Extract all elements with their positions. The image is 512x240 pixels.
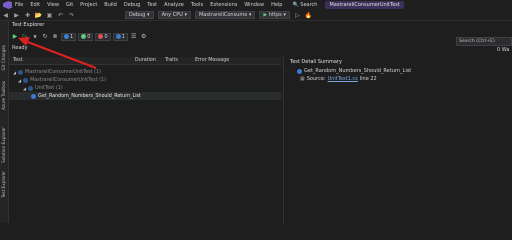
play-icon: ▶	[263, 12, 268, 18]
startup-project-dropdown[interactable]: MastrareliConsume ▾	[194, 11, 256, 19]
save-icon[interactable]: ▣	[46, 12, 53, 19]
settings-icon[interactable]: ⚙	[140, 33, 148, 41]
menu-view[interactable]: View	[47, 2, 59, 8]
status-text: Ready	[12, 45, 28, 51]
global-search[interactable]: 🔍 Search	[292, 2, 317, 8]
test-explorer-toolbar: ▶ ▷ ▼ ↻ ⊗ 1 0 0 1 ☰ ⚙	[9, 31, 512, 42]
badge-total[interactable]: 1	[61, 32, 77, 41]
source-line: line 22	[359, 76, 377, 82]
warnings-count[interactable]: 0 Wa	[497, 47, 509, 53]
source-file-link[interactable]: UnitTest1.cs	[328, 76, 358, 82]
tree-row-project[interactable]: ◢ MastrareliConsumerUnitTest (1)	[13, 68, 101, 76]
run-without-debug-icon[interactable]: ▷	[294, 12, 301, 19]
detail-source: ▦ Source: UnitTest1.cs line 22	[300, 76, 377, 82]
forward-icon[interactable]: ▶	[13, 12, 20, 19]
menu-extensions[interactable]: Extensions	[210, 2, 237, 8]
tab-solution-explorer[interactable]: Solution Explorer	[1, 127, 6, 163]
menu-help[interactable]: Help	[271, 2, 282, 8]
global-search-label: Search	[300, 2, 318, 8]
column-traits[interactable]: Traits	[165, 58, 178, 63]
menu-project[interactable]: Project	[80, 2, 97, 8]
badge-failed-count: 0	[104, 33, 108, 40]
left-tool-strip: Git Changes Azure Toolbox Solution Explo…	[0, 21, 9, 223]
menu-test[interactable]: Test	[147, 2, 157, 8]
test-status-icon	[28, 85, 34, 91]
tree-row-label: Get_Random_Numbers_Should_Return_List	[38, 93, 141, 99]
group-icon[interactable]: ☰	[130, 33, 138, 41]
window-title: MastrareliConsumerUnitTest	[325, 1, 404, 9]
platform-value: Any CPU	[161, 12, 183, 18]
open-icon[interactable]: 📂	[35, 12, 42, 19]
not-run-dot-icon	[115, 34, 121, 39]
failed-dot-icon	[98, 34, 104, 39]
detail-test-name-text: Get_Random_Numbers_Should_Return_List	[304, 68, 412, 74]
test-search-input[interactable]: Search (Ctrl+E)	[456, 37, 512, 46]
hot-reload-icon[interactable]: 🔥	[305, 12, 312, 19]
menu-debug[interactable]: Debug	[124, 2, 140, 8]
new-item-icon[interactable]: ✚	[24, 12, 31, 19]
expand-icon[interactable]: ◢	[23, 86, 26, 91]
expand-icon[interactable]: ◢	[18, 78, 21, 83]
menu-tools[interactable]: Tools	[191, 2, 203, 8]
detail-summary-title: Test Detail Summary	[290, 59, 342, 65]
cancel-icon[interactable]: ⊗	[51, 33, 59, 41]
column-duration[interactable]: Duration	[135, 58, 156, 63]
undo-icon[interactable]: ↶	[57, 12, 64, 19]
test-table-header: Test Duration Traits Error Message	[9, 57, 281, 65]
badge-not-run[interactable]: 1	[112, 32, 128, 41]
menu-analyze[interactable]: Analyze	[164, 2, 184, 8]
back-icon[interactable]: ◀	[2, 12, 9, 19]
badge-not-run-count: 1	[121, 33, 125, 40]
config-dropdown[interactable]: Debug ▾	[125, 11, 154, 19]
main-toolbar: ◀ ▶ ✚ 📂 ▣ ↶ ↷ Debug ▾ Any CPU ▾ Mastrare…	[0, 10, 512, 21]
source-file-icon: ▦	[300, 76, 305, 82]
badge-failed[interactable]: 0	[95, 32, 111, 41]
panel-divider[interactable]	[283, 57, 284, 223]
column-error-message[interactable]: Error Message	[195, 58, 229, 63]
source-label: Source:	[306, 76, 326, 82]
startup-project-value: MastrareliConsume	[198, 12, 248, 18]
test-status-icon	[23, 77, 29, 83]
menu-window[interactable]: Window	[244, 2, 264, 8]
run-button[interactable]: ▶ https ▾	[259, 11, 290, 19]
tree-row-label: MastrareliConsumerUnitTest (1)	[30, 77, 106, 83]
tree-row-test[interactable]: Get_Random_Numbers_Should_Return_List	[31, 92, 141, 100]
redo-icon[interactable]: ↷	[68, 12, 75, 19]
run-all-tests-icon[interactable]: ▶	[11, 33, 19, 41]
tree-row-label: MastrareliConsumerUnitTest (1)	[25, 69, 101, 75]
badge-total-count: 1	[70, 33, 74, 40]
menu-edit[interactable]: Edit	[30, 2, 40, 8]
tree-row-namespace[interactable]: ◢ MastrareliConsumerUnitTest (1)	[18, 76, 106, 84]
menu-build[interactable]: Build	[104, 2, 117, 8]
test-status-icon	[18, 69, 24, 75]
menu-bar: File Edit View Git Project Build Debug T…	[0, 0, 512, 10]
tree-row-label: UnitTest (1)	[35, 85, 63, 91]
badge-passed[interactable]: 0	[78, 32, 94, 41]
tree-row-class[interactable]: ◢ UnitTest (1)	[23, 84, 63, 92]
menu-git[interactable]: Git	[66, 2, 73, 8]
detail-test-name: Get_Random_Numbers_Should_Return_List	[297, 68, 411, 74]
platform-dropdown[interactable]: Any CPU ▾	[157, 11, 191, 19]
run-test-icon[interactable]: ▷	[21, 33, 29, 41]
run-dropdown-icon[interactable]: ▼	[31, 33, 39, 41]
passed-dot-icon	[81, 34, 87, 39]
tab-test-explorer[interactable]: Test Explorer	[1, 171, 6, 198]
config-value: Debug	[129, 12, 146, 18]
expand-icon[interactable]: ◢	[13, 70, 16, 75]
column-test[interactable]: Test	[13, 58, 22, 63]
tab-git-changes[interactable]: Git Changes	[1, 45, 6, 71]
badge-passed-count: 0	[87, 33, 91, 40]
test-status-icon	[31, 93, 36, 99]
run-target-label: https	[268, 12, 282, 18]
test-explorer-title: Test Explorer	[12, 22, 45, 28]
visual-studio-logo-icon	[3, 1, 12, 9]
tab-azure-toolbox[interactable]: Azure Toolbox	[1, 81, 6, 110]
total-dot-icon	[64, 34, 69, 39]
repeat-icon[interactable]: ↻	[41, 33, 49, 41]
menu-file[interactable]: File	[15, 2, 23, 8]
test-status-icon	[297, 68, 302, 74]
